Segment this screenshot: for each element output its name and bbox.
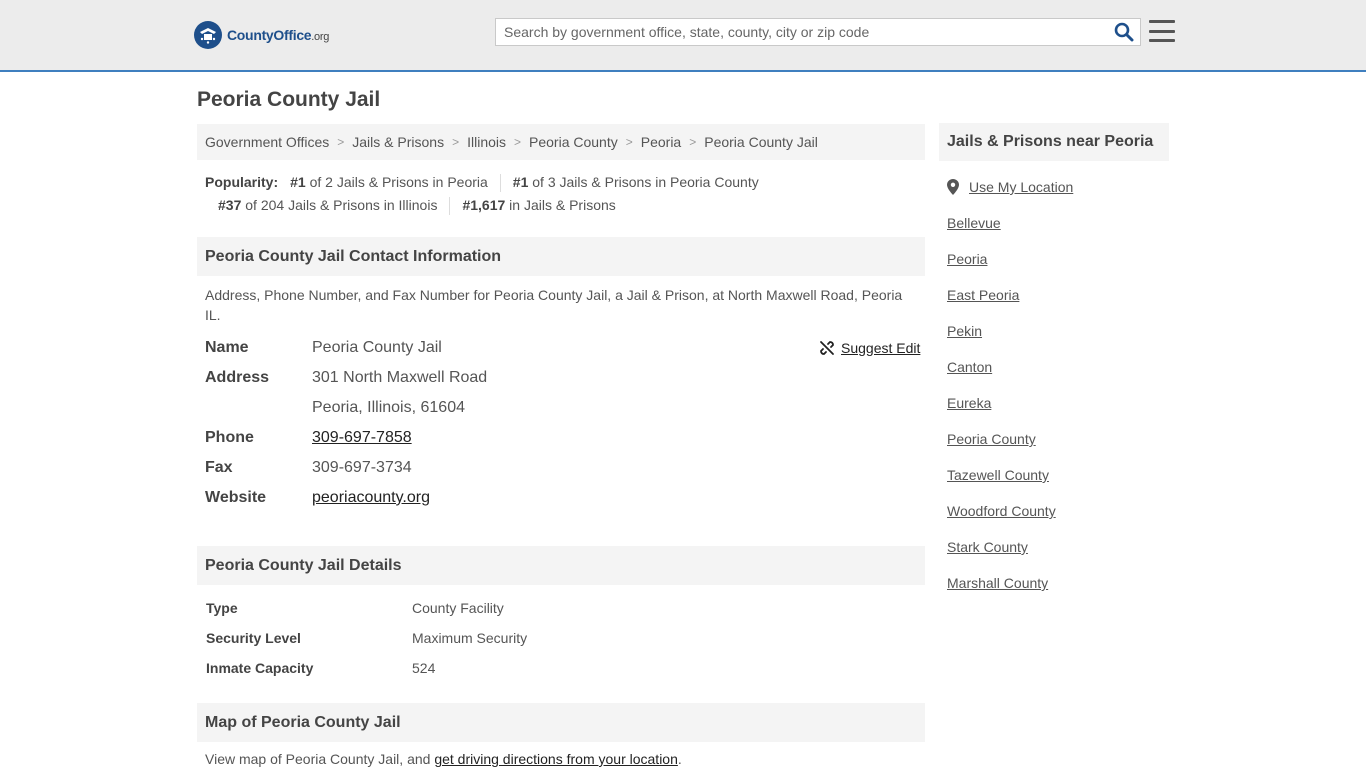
page-title: Peoria County Jail <box>197 88 381 111</box>
popularity-item: #1 of 2 Jails & Prisons in Peoria <box>290 174 488 190</box>
popularity-item: #1,617 in Jails & Prisons <box>462 197 616 213</box>
search-bar <box>495 18 1141 46</box>
map-description: View map of Peoria County Jail, and get … <box>205 751 682 767</box>
fax-number: 309-697-3734 <box>312 459 412 476</box>
list-item: Peoria <box>947 249 1073 285</box>
phone-link[interactable]: 309-697-7858 <box>312 429 412 446</box>
contact-row-address: Address 301 North Maxwell Road <box>205 369 488 386</box>
nearby-link-east-peoria[interactable]: East Peoria <box>947 287 1019 303</box>
list-item: Canton <box>947 357 1073 393</box>
site-header: CountyOffice.org <box>0 0 1366 72</box>
breadcrumb-current[interactable]: Peoria County Jail <box>704 134 818 150</box>
details-section-heading: Peoria County Jail Details <box>197 546 925 585</box>
breadcrumb-peoria-county[interactable]: Peoria County <box>529 134 618 150</box>
contact-row-name: Name Peoria County Jail <box>205 339 442 356</box>
sidebar-heading: Jails & Prisons near Peoria <box>939 123 1169 161</box>
logo-wordmark: CountyOffice.org <box>227 27 330 43</box>
nearby-link-eureka[interactable]: Eureka <box>947 395 991 411</box>
popularity-block: Popularity: #1 of 2 Jails & Prisons in P… <box>205 171 925 217</box>
list-item: Peoria County <box>947 429 1073 465</box>
details-row: Security Level Maximum Security <box>206 630 528 646</box>
map-pin-icon <box>947 179 959 195</box>
nearby-link-pekin[interactable]: Pekin <box>947 323 982 339</box>
list-item: Tazewell County <box>947 465 1073 501</box>
chevron-right-icon: > <box>514 135 522 149</box>
chevron-right-icon: > <box>625 135 633 149</box>
nearby-link-peoria-county[interactable]: Peoria County <box>947 431 1036 447</box>
breadcrumb-illinois[interactable]: Illinois <box>467 134 506 150</box>
address-line-1: 301 North Maxwell Road <box>312 369 488 386</box>
nearby-link-peoria[interactable]: Peoria <box>947 251 987 267</box>
use-my-location-link[interactable]: Use My Location <box>969 177 1073 197</box>
list-item: East Peoria <box>947 285 1073 321</box>
chevron-right-icon: > <box>689 135 697 149</box>
list-item: Marshall County <box>947 573 1073 609</box>
site-logo[interactable]: CountyOffice.org <box>194 21 329 49</box>
divider <box>499 173 501 192</box>
search-icon <box>1114 22 1134 42</box>
contact-table: Name Peoria County Jail Address 301 Nort… <box>205 333 925 513</box>
hamburger-menu-icon[interactable] <box>1149 20 1175 42</box>
list-item: Stark County <box>947 537 1073 573</box>
search-button[interactable] <box>1108 19 1140 45</box>
list-item: Woodford County <box>947 501 1073 537</box>
chevron-right-icon: > <box>452 135 460 149</box>
nearby-link-tazewell-county[interactable]: Tazewell County <box>947 467 1049 483</box>
details-row: Type County Facility <box>206 600 504 616</box>
nearby-list: Use My Location Bellevue Peoria East Peo… <box>947 177 1073 609</box>
contact-row-address-2: Peoria, Illinois, 61604 <box>205 393 925 423</box>
details-row: Inmate Capacity 524 <box>206 660 436 676</box>
search-input[interactable] <box>496 19 1108 45</box>
nearby-link-canton[interactable]: Canton <box>947 359 992 375</box>
breadcrumb: Government Offices > Jails & Prisons > I… <box>197 124 925 160</box>
breadcrumb-jails-prisons[interactable]: Jails & Prisons <box>352 134 444 150</box>
nearby-link-bellevue[interactable]: Bellevue <box>947 215 1001 231</box>
map-section-heading: Map of Peoria County Jail <box>197 703 925 742</box>
divider <box>449 196 451 215</box>
popularity-label: Popularity: <box>205 174 279 190</box>
chevron-right-icon: > <box>337 135 345 149</box>
nearby-link-woodford-county[interactable]: Woodford County <box>947 503 1056 519</box>
contact-row-website: Website peoriacounty.org <box>205 489 430 506</box>
breadcrumb-peoria[interactable]: Peoria <box>641 134 681 150</box>
nearby-link-stark-county[interactable]: Stark County <box>947 539 1028 555</box>
use-my-location[interactable]: Use My Location <box>947 177 1073 213</box>
address-line-2: Peoria, Illinois, 61604 <box>312 399 465 416</box>
website-link[interactable]: peoriacounty.org <box>312 489 430 506</box>
list-item: Eureka <box>947 393 1073 429</box>
contact-description: Address, Phone Number, and Fax Number fo… <box>205 287 903 323</box>
list-item: Pekin <box>947 321 1073 357</box>
list-item: Bellevue <box>947 213 1073 249</box>
popularity-item: #1 of 3 Jails & Prisons in Peoria County <box>512 174 759 190</box>
breadcrumb-government-offices[interactable]: Government Offices <box>205 134 329 150</box>
county-seal-icon <box>194 21 222 49</box>
contact-row-phone: Phone 309-697-7858 <box>205 429 412 446</box>
contact-section-heading: Peoria County Jail Contact Information <box>197 237 925 276</box>
facility-name: Peoria County Jail <box>312 339 442 356</box>
driving-directions-link[interactable]: get driving directions from your locatio… <box>434 751 678 767</box>
details-table: Type County Facility Security Level Maxi… <box>206 593 906 683</box>
nearby-link-marshall-county[interactable]: Marshall County <box>947 575 1048 591</box>
popularity-item: #37 of 204 Jails & Prisons in Illinois <box>218 197 438 213</box>
contact-row-fax: Fax 309-697-3734 <box>205 459 412 476</box>
